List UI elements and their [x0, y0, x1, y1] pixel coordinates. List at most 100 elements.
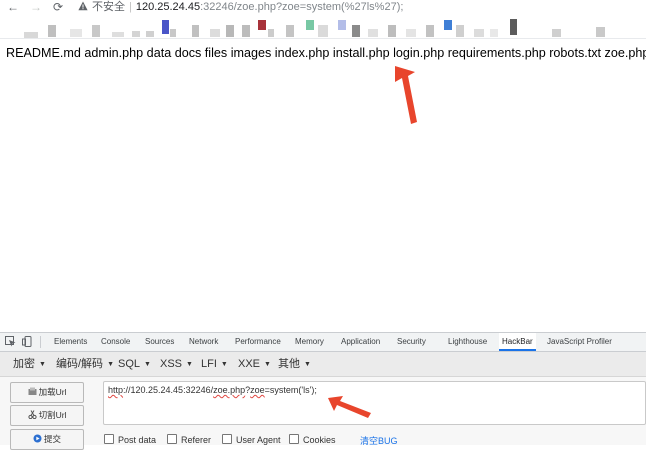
load-icon [28, 387, 37, 395]
menu-label: LFI [201, 358, 217, 370]
user-agent-label: User Agent [236, 435, 281, 445]
menu-label: XSS [160, 358, 183, 370]
bookmark-favicon[interactable] [338, 20, 346, 30]
bookmark-favicon[interactable] [286, 25, 294, 37]
menu-lfi[interactable]: LFI ▼ [201, 352, 228, 376]
menu-encrypt[interactable]: 加密 ▼ [13, 352, 46, 376]
caret-down-icon: ▼ [39, 361, 46, 368]
bookmark-favicon[interactable] [388, 25, 396, 37]
tab-security[interactable]: Security [397, 333, 426, 351]
bookmark-favicon[interactable] [226, 25, 234, 37]
url-host: 120.25.24.45 [135, 1, 201, 13]
back-button[interactable]: ← [6, 0, 20, 14]
referer-label: Referer [181, 435, 212, 445]
checkbox-box[interactable] [167, 434, 177, 444]
bookmark-favicon[interactable] [510, 19, 517, 35]
checkbox-box[interactable] [104, 434, 114, 444]
bookmark-favicon[interactable] [192, 25, 199, 37]
bookmark-favicon[interactable] [352, 25, 360, 37]
bookmark-favicon[interactable] [268, 29, 274, 37]
post-data-label: Post data [118, 435, 157, 445]
bookmark-favicon[interactable] [242, 25, 250, 37]
checkbox-box[interactable] [222, 434, 232, 444]
caret-down-icon: ▼ [220, 361, 228, 368]
warning-icon[interactable] [78, 1, 88, 11]
bookmark-favicon[interactable] [132, 31, 140, 37]
inspect-element-icon[interactable] [5, 336, 16, 347]
split-icon [27, 410, 37, 419]
play-icon [33, 434, 42, 443]
caret-down-icon: ▼ [144, 361, 151, 368]
load-url-button[interactable]: 加载Url [10, 382, 84, 403]
device-toolbar-icon[interactable] [22, 336, 33, 347]
clear-link[interactable]: 清空BUG [360, 434, 398, 447]
url-rest: =system('ls'); [264, 385, 317, 395]
bookmark-favicon[interactable] [456, 25, 464, 37]
browser-toolbar: ← → ⟳ 不安全 | 120.25.24.45:32246/zoe.php?zoe… [0, 0, 646, 16]
address-bar[interactable]: 不安全 | 120.25.24.45:32246/zoe.php?zoe=syste… [78, 0, 403, 14]
bookmark-favicon[interactable] [92, 25, 100, 37]
bookmark-favicon[interactable] [210, 29, 220, 37]
bookmark-favicon[interactable] [490, 29, 498, 37]
tab-performance[interactable]: Performance [235, 333, 281, 351]
menu-xxe[interactable]: XXE ▼ [238, 352, 271, 376]
url-mid: ://120.25.24.45:32246/ [123, 385, 214, 395]
bookmark-favicon[interactable] [48, 25, 56, 37]
user-agent-checkbox[interactable]: User Agent [222, 434, 281, 445]
bookmark-favicon[interactable] [444, 20, 452, 30]
bookmarks-bar [0, 17, 646, 39]
bookmark-favicon[interactable] [426, 25, 434, 37]
tab-console[interactable]: Console [101, 333, 130, 351]
menu-other[interactable]: 其他 ▼ [278, 352, 311, 376]
menu-label: 其他 [278, 358, 300, 370]
menu-encode-decode[interactable]: 编码/解码 ▼ [56, 352, 114, 376]
url-separator: | [129, 1, 132, 13]
tab-network[interactable]: Network [189, 333, 218, 351]
forward-button[interactable]: → [29, 0, 43, 14]
load-url-label: 加载Url [38, 387, 67, 397]
bookmark-favicon[interactable] [596, 27, 605, 37]
menu-label: 编码/解码 [56, 358, 104, 370]
referer-checkbox[interactable]: Referer [167, 434, 211, 445]
bookmark-favicon[interactable] [474, 29, 484, 37]
bookmark-favicon[interactable] [406, 29, 416, 37]
execute-button[interactable]: 提交 [10, 429, 84, 450]
post-data-checkbox[interactable]: Post data [104, 434, 156, 445]
hackbar-menu: 加密 ▼ 编码/解码 ▼ SQL ▼ XSS ▼ LFI ▼ XXE ▼ 其他 ▼ [0, 352, 646, 377]
insecure-label: 不安全 [92, 1, 125, 13]
tab-memory[interactable]: Memory [295, 333, 324, 351]
split-url-label: 切割Url [38, 410, 67, 420]
cookies-label: Cookies [303, 435, 336, 445]
menu-xss[interactable]: XSS ▼ [160, 352, 193, 376]
split-url-button[interactable]: 切割Url [10, 405, 84, 426]
caret-down-icon: ▼ [186, 361, 193, 368]
checkbox-box[interactable] [289, 434, 299, 444]
reload-button[interactable]: ⟳ [51, 0, 65, 14]
url-param: zoe [250, 385, 265, 395]
menu-sql[interactable]: SQL ▼ [118, 352, 151, 376]
caret-down-icon: ▼ [107, 361, 114, 368]
bookmark-favicon[interactable] [368, 29, 378, 37]
execute-label: 提交 [43, 434, 61, 444]
red-annotation-arrow [395, 66, 417, 124]
url-file: zoe.php [213, 385, 246, 395]
bookmark-favicon[interactable] [258, 20, 266, 30]
bookmark-favicon[interactable] [170, 29, 176, 37]
bookmark-favicon[interactable] [306, 20, 314, 30]
tab-application[interactable]: Application [341, 333, 380, 351]
bookmark-favicon[interactable] [552, 29, 561, 37]
cookies-checkbox[interactable]: Cookies [289, 434, 336, 445]
bookmark-favicon[interactable] [70, 29, 82, 37]
tab-hackbar[interactable]: HackBar [499, 333, 536, 351]
tab-sources[interactable]: Sources [145, 333, 174, 351]
tab-elements[interactable]: Elements [54, 333, 87, 351]
tab-javascript-profiler[interactable]: JavaScript Profiler [547, 333, 612, 351]
hackbar-body: 加载Url 切割Url 提交 http://120.25.24.45:32246… [0, 377, 646, 450]
url-prefix: http [108, 385, 124, 395]
red-annotation-arrow [328, 396, 371, 418]
bookmark-favicon[interactable] [318, 25, 328, 37]
bookmark-favicon[interactable] [146, 31, 154, 37]
tab-lighthouse[interactable]: Lighthouse [448, 333, 487, 351]
bookmark-favicon[interactable] [112, 32, 124, 37]
bookmark-favicon[interactable] [162, 20, 169, 34]
